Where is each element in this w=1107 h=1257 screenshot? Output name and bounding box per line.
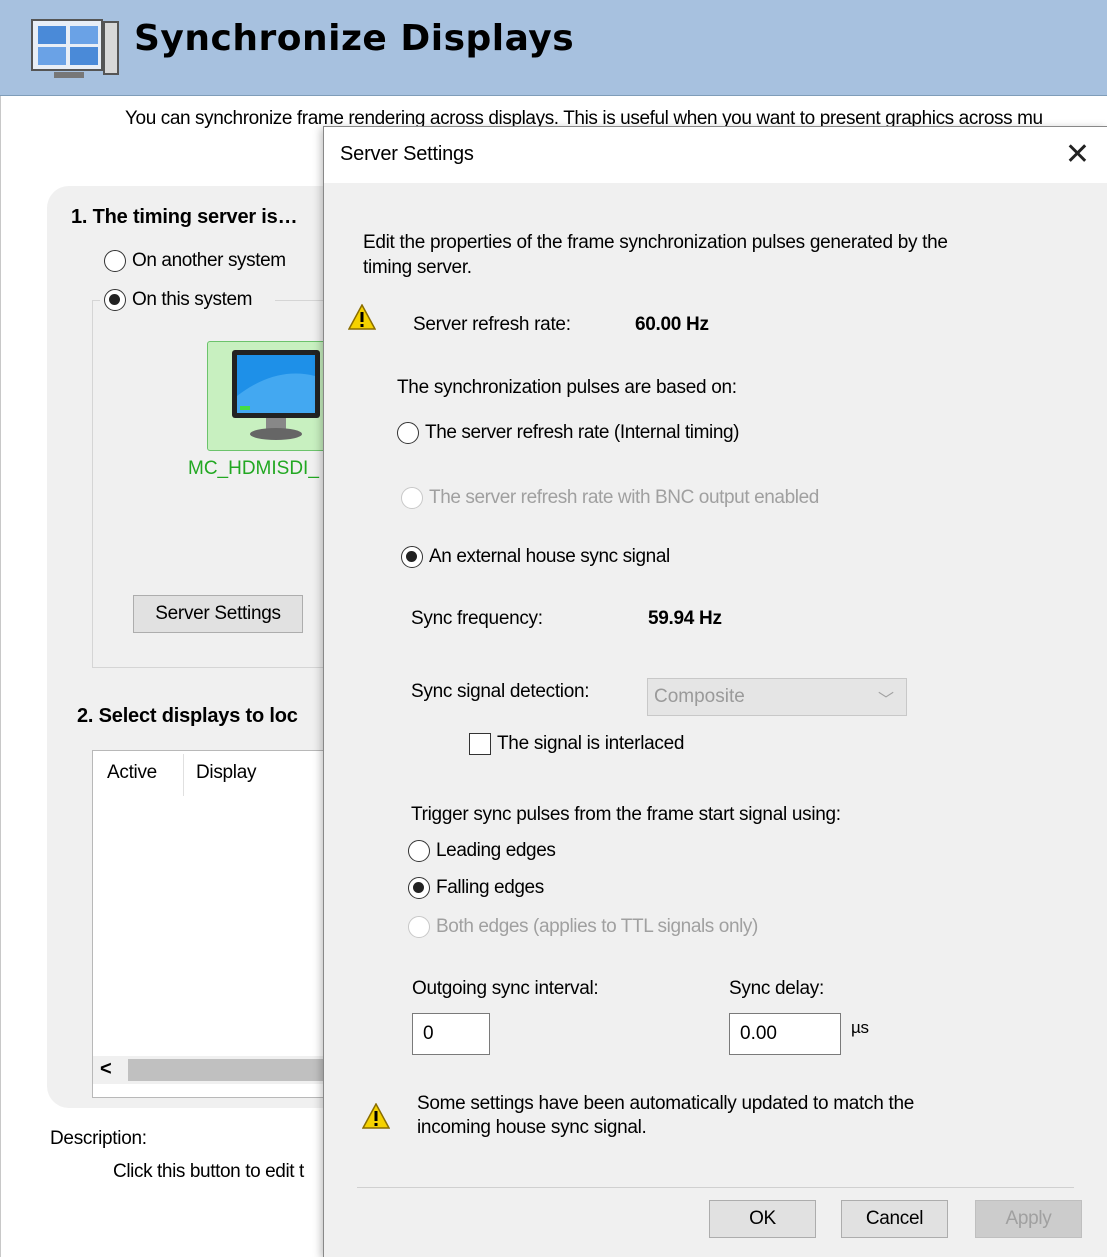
interlaced-checkbox-box[interactable] [469, 733, 491, 755]
server-refresh-value: 60.00 Hz [635, 314, 709, 335]
dialog-separator [357, 1187, 1074, 1188]
sync-frequency-label: Sync frequency: [411, 608, 543, 629]
radio-both-edges-label: Both edges (applies to TTL signals only) [436, 916, 758, 937]
radio-another-system[interactable]: On another system [104, 250, 286, 272]
window-border [0, 96, 1, 1257]
close-icon[interactable]: ✕ [1065, 137, 1090, 172]
radio-another-system-indicator[interactable] [104, 250, 126, 272]
radio-leading-edges-indicator[interactable] [408, 840, 430, 862]
radio-falling-edges-indicator[interactable] [408, 877, 430, 899]
column-separator [183, 754, 184, 796]
sync-interval-input[interactable]: 0 [412, 1013, 490, 1055]
radio-internal-timing-indicator[interactable] [397, 422, 419, 444]
radio-this-system-label: On this system [132, 289, 253, 310]
scroll-left-arrow-icon[interactable]: < [100, 1058, 112, 1081]
page-title: Synchronize Displays [134, 18, 575, 59]
interlaced-checkbox-label: The signal is interlaced [497, 733, 685, 754]
dialog-intro-line1: Edit the properties of the frame synchro… [363, 232, 948, 253]
warning-icon [348, 304, 376, 330]
timing-server-heading: 1. The timing server is… [71, 206, 298, 228]
sync-delay-value: 0.00 [740, 1023, 777, 1044]
apply-button[interactable]: Apply [975, 1200, 1082, 1238]
trigger-label: Trigger sync pulses from the frame start… [411, 804, 841, 825]
sync-delay-input[interactable]: 0.00 [729, 1013, 841, 1055]
sync-delay-unit: µs [851, 1018, 869, 1037]
radio-internal-timing-label: The server refresh rate (Internal timing… [425, 422, 740, 443]
radio-this-system[interactable]: On this system [104, 289, 252, 311]
radio-this-system-indicator[interactable] [104, 289, 126, 311]
ok-button[interactable]: OK [709, 1200, 816, 1238]
radio-bnc-output-indicator[interactable] [401, 487, 423, 509]
sync-detection-label: Sync signal detection: [411, 681, 590, 702]
displays-icon [31, 19, 119, 78]
auto-update-warning-line2: incoming house sync signal. [417, 1117, 647, 1138]
select-displays-heading: 2. Select displays to loc [77, 705, 298, 727]
radio-falling-edges-label: Falling edges [436, 877, 544, 898]
interlaced-checkbox[interactable]: The signal is interlaced [469, 733, 684, 755]
radio-house-sync-indicator[interactable] [401, 546, 423, 568]
radio-house-sync-label: An external house sync signal [429, 546, 670, 567]
description-text: Click this button to edit t [113, 1161, 304, 1182]
description-label: Description: [50, 1128, 147, 1149]
server-display-label: MC_HDMISDI_ [188, 458, 319, 479]
scrollbar-thumb[interactable] [128, 1059, 328, 1081]
server-settings-dialog: Server Settings ✕ Edit the properties of… [323, 126, 1107, 1257]
dialog-title: Server Settings [340, 143, 474, 165]
radio-both-edges-indicator[interactable] [408, 916, 430, 938]
radio-both-edges[interactable]: Both edges (applies to TTL signals only) [408, 916, 758, 938]
radio-falling-edges[interactable]: Falling edges [408, 877, 544, 899]
sync-interval-value: 0 [423, 1023, 434, 1044]
radio-leading-edges-label: Leading edges [436, 840, 556, 861]
column-active[interactable]: Active [107, 762, 157, 784]
displays-list[interactable] [92, 750, 342, 1098]
server-refresh-label: Server refresh rate: [413, 314, 571, 335]
radio-bnc-output[interactable]: The server refresh rate with BNC output … [401, 487, 819, 509]
dialog-titlebar: Server Settings ✕ [324, 127, 1107, 183]
radio-another-system-label: On another system [132, 250, 286, 271]
radio-leading-edges[interactable]: Leading edges [408, 840, 556, 862]
chevron-down-icon: ﹀ [877, 692, 894, 709]
sync-detection-select[interactable]: Composite ﹀ [647, 678, 907, 716]
pulses-based-on-label: The synchronization pulses are based on: [397, 377, 737, 398]
column-display[interactable]: Display [196, 762, 257, 784]
page-header: Synchronize Displays [0, 0, 1107, 96]
monitor-icon [232, 350, 320, 440]
sync-detection-value: Composite [654, 686, 745, 707]
sync-interval-label: Outgoing sync interval: [412, 978, 599, 999]
radio-internal-timing[interactable]: The server refresh rate (Internal timing… [397, 422, 740, 444]
radio-house-sync[interactable]: An external house sync signal [401, 546, 670, 568]
sync-delay-label: Sync delay: [729, 978, 824, 999]
server-settings-button[interactable]: Server Settings [133, 595, 303, 633]
auto-update-warning-line1: Some settings have been automatically up… [417, 1093, 914, 1114]
radio-bnc-output-label: The server refresh rate with BNC output … [429, 487, 819, 508]
dialog-intro-line2: timing server. [363, 257, 472, 278]
sync-frequency-value: 59.94 Hz [648, 608, 722, 629]
cancel-button[interactable]: Cancel [841, 1200, 948, 1238]
warning-icon [362, 1103, 390, 1129]
